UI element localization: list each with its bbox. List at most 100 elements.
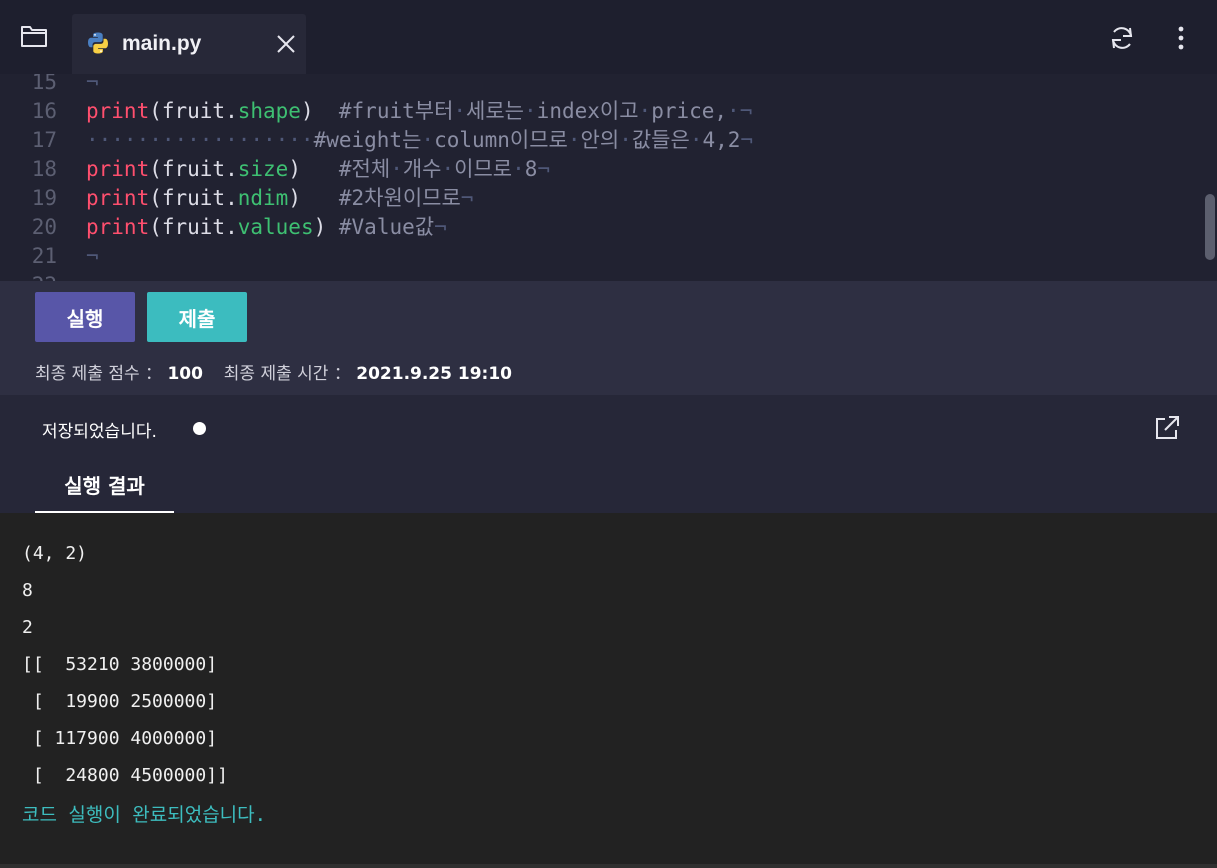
code-line: 21 ¬ bbox=[0, 242, 1200, 271]
code-line: 16 print(fruit.shape) #fruit부터·세로는·index이… bbox=[0, 97, 1200, 126]
code-token: ¬ bbox=[740, 128, 754, 152]
code-token: · bbox=[512, 157, 525, 181]
code-token: (fruit. bbox=[149, 157, 238, 181]
code-token: (fruit. bbox=[149, 215, 238, 239]
code-token: · bbox=[421, 128, 435, 152]
editor-tab-bar: main.py bbox=[0, 0, 1217, 74]
external-link-icon[interactable] bbox=[1153, 414, 1181, 442]
saved-status-text: 저장되었습니다. bbox=[42, 422, 157, 442]
code-text: print(fruit.size) #전체·개수·이므로·8¬ bbox=[86, 155, 550, 184]
saved-status-dot bbox=[193, 422, 206, 435]
code-token: #fruit부터 bbox=[338, 99, 454, 123]
code-token: print bbox=[86, 99, 150, 123]
code-line: 15 ¬ bbox=[0, 74, 1200, 97]
code-token: print bbox=[86, 186, 150, 210]
code-token: · bbox=[524, 99, 537, 123]
line-number: 17 bbox=[31, 128, 57, 152]
line-number: 15 bbox=[31, 74, 57, 94]
console-output-line: (4, 2) bbox=[22, 543, 88, 564]
console-output-line: [ 117900 4000000] bbox=[22, 728, 218, 749]
code-token: ¬ bbox=[460, 186, 474, 210]
code-text: ¬ bbox=[86, 242, 99, 271]
action-panel: 실행 제출 최종 제출 점수 ： 100 최종 제출 시간 ： 2021.9.2… bbox=[0, 281, 1217, 395]
code-token: ndim bbox=[237, 186, 289, 210]
code-token: · bbox=[390, 157, 403, 181]
python-logo-icon bbox=[88, 32, 108, 54]
code-token: #전체 bbox=[338, 157, 391, 181]
code-line: 17 ··················#weight는·column이므로·안… bbox=[0, 126, 1200, 155]
code-token: ¬ bbox=[86, 273, 99, 281]
code-token: shape bbox=[237, 99, 301, 123]
code-token: ·¬ bbox=[727, 99, 753, 123]
line-number: 21 bbox=[31, 244, 57, 268]
code-token: 세로는 bbox=[466, 99, 525, 123]
code-editor[interactable]: 15 ¬ 16 print(fruit.shape) #fruit부터·세로는·ind… bbox=[0, 74, 1217, 281]
score-value: 100 bbox=[167, 364, 203, 384]
code-line: 19 print(fruit.ndim) #2차원이므로¬ bbox=[0, 184, 1200, 213]
code-token: ¬ bbox=[86, 244, 99, 268]
code-token: ) bbox=[288, 157, 339, 181]
more-vertical-icon[interactable] bbox=[1170, 24, 1192, 52]
code-text: print(fruit.shape) #fruit부터·세로는·index이고·… bbox=[86, 97, 752, 126]
console-output: (4, 2) 8 2 [[ 53210 3800000] [ 19900 250000… bbox=[0, 513, 1217, 868]
code-token: values bbox=[237, 215, 314, 239]
file-tab-label: main.py bbox=[122, 32, 202, 55]
tab-run-result[interactable]: 실행 결과 bbox=[35, 462, 174, 513]
code-line: 18 print(fruit.size) #전체·개수·이므로·8¬ bbox=[0, 155, 1200, 184]
code-text: ¬ bbox=[86, 74, 99, 97]
console-output-line: 8 bbox=[22, 580, 33, 601]
code-token: #weight는 bbox=[313, 128, 422, 152]
code-text: print(fruit.values) #Value값¬ bbox=[86, 213, 447, 242]
folder-icon[interactable] bbox=[20, 24, 48, 48]
run-button[interactable]: 실행 bbox=[35, 292, 135, 342]
code-token: 8 bbox=[524, 157, 538, 181]
code-text: ··················#weight는·column이므로·안의·… bbox=[86, 126, 753, 155]
code-token: (fruit. bbox=[149, 99, 238, 123]
close-icon[interactable] bbox=[274, 32, 298, 56]
code-token: ) bbox=[300, 99, 339, 123]
code-token: ) bbox=[313, 215, 339, 239]
line-number: 22 bbox=[0, 271, 57, 281]
code-token: #Value값 bbox=[338, 215, 435, 239]
code-token: ¬ bbox=[434, 215, 447, 239]
score-label: 최종 제출 점수 ： bbox=[35, 364, 163, 384]
code-token: 개수 bbox=[402, 157, 442, 181]
line-number: 18 bbox=[31, 157, 57, 181]
code-text: print(fruit.ndim) #2차원이므로¬ bbox=[86, 184, 473, 213]
code-token: index이고 bbox=[536, 99, 639, 123]
code-token: · bbox=[689, 128, 703, 152]
line-number: 20 bbox=[31, 215, 57, 239]
code-token: 이므로 bbox=[454, 157, 513, 181]
tab-run-result-label: 실행 결과 bbox=[64, 474, 145, 498]
code-token: 안의 bbox=[580, 128, 620, 152]
code-token: 4,2 bbox=[702, 128, 741, 152]
time-label: 최종 제출 시간 ： bbox=[223, 364, 351, 384]
code-token: print bbox=[86, 215, 150, 239]
code-token: size bbox=[237, 157, 289, 181]
line-number: 19 bbox=[31, 186, 57, 210]
code-token: · bbox=[453, 99, 467, 123]
editor-scrollbar[interactable] bbox=[1205, 194, 1215, 260]
code-token: (fruit. bbox=[149, 186, 238, 210]
code-token: ) bbox=[288, 186, 339, 210]
console-output-line: [ 19900 2500000] bbox=[22, 691, 218, 712]
file-tab-main-py[interactable]: main.py bbox=[72, 14, 306, 74]
code-token: · bbox=[567, 128, 581, 152]
code-token: print bbox=[86, 157, 150, 181]
refresh-icon[interactable] bbox=[1108, 24, 1136, 52]
final-submission-info: 최종 제출 점수 ： 100 최종 제출 시간 ： 2021.9.25 19:1… bbox=[35, 359, 512, 384]
console-output-line: 2 bbox=[22, 617, 33, 638]
code-token: ¬ bbox=[86, 74, 99, 94]
submit-button[interactable]: 제출 bbox=[147, 292, 247, 342]
code-token: price, bbox=[651, 99, 728, 123]
code-token: · bbox=[638, 99, 652, 123]
code-token: · bbox=[441, 157, 455, 181]
code-text: ¬ bbox=[86, 271, 99, 281]
console-output-line: [[ 53210 3800000] bbox=[22, 654, 218, 675]
code-line: 20 print(fruit.values) #Value값¬ bbox=[0, 213, 1200, 242]
code-token: ·················· bbox=[86, 128, 314, 152]
code-token: 값들은 bbox=[631, 128, 690, 152]
code-token: ¬ bbox=[537, 157, 551, 181]
code-token: · bbox=[619, 128, 632, 152]
code-token: #2차원이므로 bbox=[338, 186, 461, 210]
